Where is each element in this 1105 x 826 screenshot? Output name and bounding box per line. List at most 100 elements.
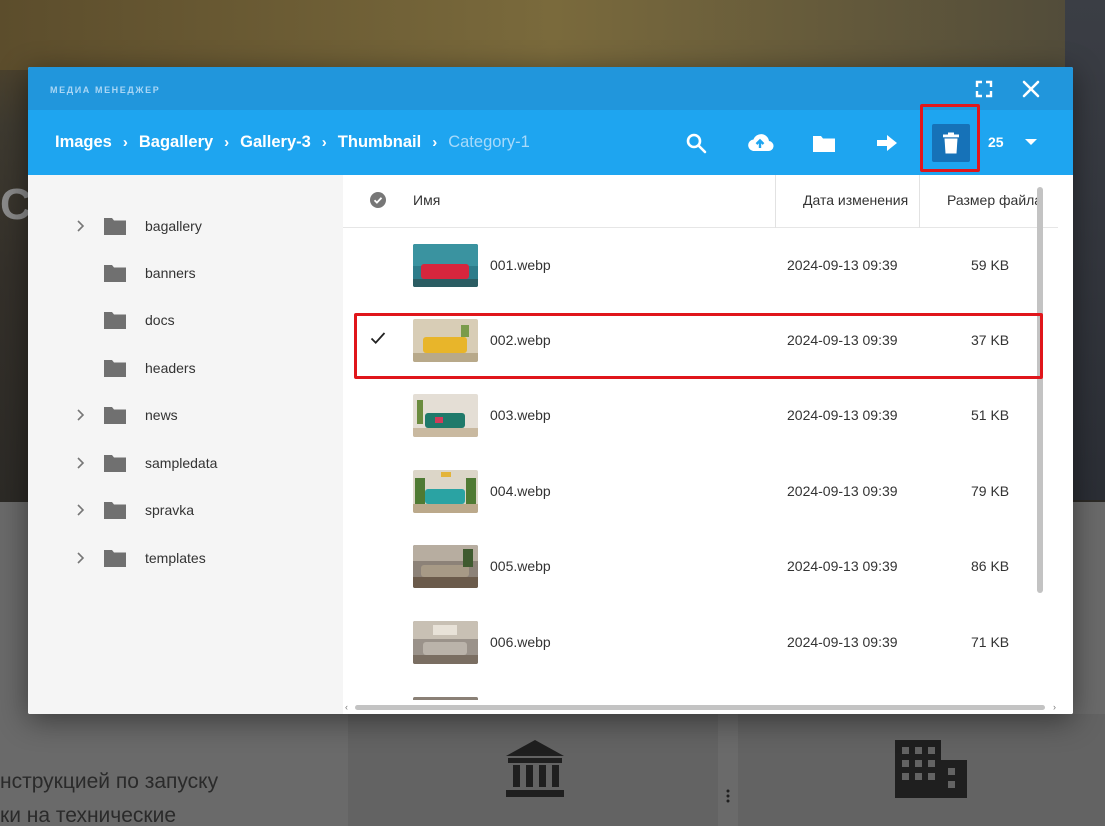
sidebar-item-label: news [145, 407, 178, 423]
sidebar-item-headers[interactable]: headers [28, 348, 343, 388]
horizontal-scroll-thumb[interactable] [355, 705, 1045, 710]
chevron-right-icon[interactable] [75, 219, 87, 233]
chevron-right-icon[interactable] [75, 456, 87, 470]
per-page-select[interactable]: 25 [988, 134, 1004, 150]
modal-title: МЕДИА МЕНЕДЖЕР [50, 85, 161, 95]
kebab-menu-icon[interactable] [725, 789, 731, 808]
file-size: 37 KB [971, 332, 1010, 348]
file-date: 2024-09-13 09:39 [787, 407, 898, 423]
breadcrumb-category-1: Category-1 [448, 133, 530, 151]
file-size: 59 KB [971, 257, 1010, 273]
breadcrumb-separator: › [224, 134, 230, 151]
sidebar-item-news[interactable]: news [28, 395, 343, 435]
search-icon[interactable] [677, 124, 715, 162]
file-name: 001.webp [490, 257, 551, 273]
sidebar-item-label: spravka [145, 502, 195, 518]
sidebar-item-bagallery[interactable]: bagallery [28, 206, 343, 246]
column-divider [919, 175, 920, 228]
horizontal-scrollbar[interactable]: ‹ › [343, 700, 1063, 714]
move-icon[interactable] [868, 124, 906, 162]
sidebar-item-label: docs [145, 312, 175, 328]
file-size: 51 KB [971, 407, 1010, 423]
background-hero-letter: С [0, 180, 32, 229]
file-thumbnail [413, 319, 478, 362]
file-name: 006.webp [490, 634, 551, 650]
file-thumbnail [413, 244, 478, 287]
upload-icon[interactable] [741, 124, 779, 162]
breadcrumb: Images › Bagallery › Gallery-3 › Thumbna… [55, 110, 530, 175]
new-folder-icon[interactable] [805, 124, 843, 162]
background-sky [0, 0, 1105, 70]
breadcrumb-images[interactable]: Images [55, 133, 112, 152]
sidebar-item-label: templates [145, 550, 206, 566]
column-header-date[interactable]: Дата изменения [803, 192, 908, 208]
table-row[interactable]: 005.webp 2024-09-13 09:39 86 KB [343, 529, 1058, 604]
file-name: 004.webp [490, 483, 551, 499]
breadcrumb-thumbnail[interactable]: Thumbnail [338, 133, 421, 152]
file-date: 2024-09-13 09:39 [787, 332, 898, 348]
table-row[interactable]: 004.webp 2024-09-13 09:39 79 KB [343, 454, 1058, 529]
chevron-right-icon[interactable] [75, 408, 87, 422]
sidebar-item-templates[interactable]: templates [28, 538, 343, 578]
bank-icon [504, 738, 566, 805]
file-date: 2024-09-13 09:39 [787, 634, 898, 650]
sidebar-item-label: banners [145, 265, 196, 281]
scroll-left-icon[interactable]: ‹ [345, 702, 348, 712]
sidebar-item-banners[interactable]: banners [28, 253, 343, 293]
folder-icon [103, 263, 127, 288]
select-all-icon[interactable] [370, 192, 386, 213]
sidebar-item-sampledata[interactable]: sampledata [28, 443, 343, 483]
vertical-scrollbar[interactable] [1035, 175, 1045, 705]
table-header: Имя Дата изменения Размер файла [343, 175, 1058, 228]
breadcrumb-bagallery[interactable]: Bagallery [139, 133, 213, 152]
folder-icon [103, 216, 127, 241]
column-header-size[interactable]: Размер файла [947, 192, 1042, 208]
table-row-selected[interactable]: 002.webp 2024-09-13 09:39 37 KB [343, 303, 1058, 378]
background-text-line-2: ки на технические [0, 804, 177, 826]
folder-icon [103, 310, 127, 335]
fullscreen-icon[interactable] [973, 78, 995, 100]
table-row[interactable]: 006.webp 2024-09-13 09:39 71 KB [343, 605, 1058, 680]
table-row[interactable]: 003.webp 2024-09-13 09:39 51 KB [343, 378, 1058, 453]
folder-icon [103, 405, 127, 430]
file-date: 2024-09-13 09:39 [787, 483, 898, 499]
column-header-name[interactable]: Имя [413, 192, 440, 208]
file-name: 003.webp [490, 407, 551, 423]
file-date: 2024-09-13 09:39 [787, 558, 898, 574]
breadcrumb-separator: › [122, 134, 128, 151]
file-size: 86 KB [971, 558, 1010, 574]
file-thumbnail [413, 621, 478, 664]
vertical-scroll-thumb[interactable] [1037, 187, 1043, 593]
trash-icon[interactable] [932, 124, 970, 162]
file-thumbnail [413, 545, 478, 588]
checkmark-icon[interactable] [370, 331, 386, 350]
folder-icon [103, 358, 127, 383]
table-row[interactable]: 001.webp 2024-09-13 09:39 59 KB [343, 228, 1058, 303]
file-size: 71 KB [971, 634, 1010, 650]
chevron-right-icon[interactable] [75, 503, 87, 517]
file-name: 002.webp [490, 332, 551, 348]
scroll-right-icon[interactable]: › [1053, 702, 1056, 712]
file-date: 2024-09-13 09:39 [787, 257, 898, 273]
sidebar-item-label: bagallery [145, 218, 202, 234]
folder-tree-sidebar: bagallery banners docs headers news samp… [28, 175, 343, 714]
breadcrumb-gallery-3[interactable]: Gallery-3 [240, 133, 311, 152]
building-icon [893, 738, 969, 805]
chevron-right-icon[interactable] [75, 551, 87, 565]
file-thumbnail [413, 394, 478, 437]
sidebar-item-docs[interactable]: docs [28, 300, 343, 340]
file-thumbnail [413, 470, 478, 513]
folder-icon [103, 453, 127, 478]
file-list: Имя Дата изменения Размер файла 001.webp… [343, 175, 1073, 714]
column-divider [775, 175, 776, 228]
close-icon[interactable] [1020, 78, 1042, 100]
chevron-down-icon[interactable] [1025, 139, 1037, 145]
folder-icon [103, 548, 127, 573]
file-size: 79 KB [971, 483, 1010, 499]
media-manager-modal: МЕДИА МЕНЕДЖЕР Images › Bagallery › Gall… [28, 67, 1073, 714]
modal-toolbar: Images › Bagallery › Gallery-3 › Thumbna… [28, 110, 1073, 175]
breadcrumb-separator: › [432, 134, 438, 151]
breadcrumb-separator: › [321, 134, 327, 151]
sidebar-item-label: headers [145, 360, 196, 376]
sidebar-item-spravka[interactable]: spravka [28, 490, 343, 530]
